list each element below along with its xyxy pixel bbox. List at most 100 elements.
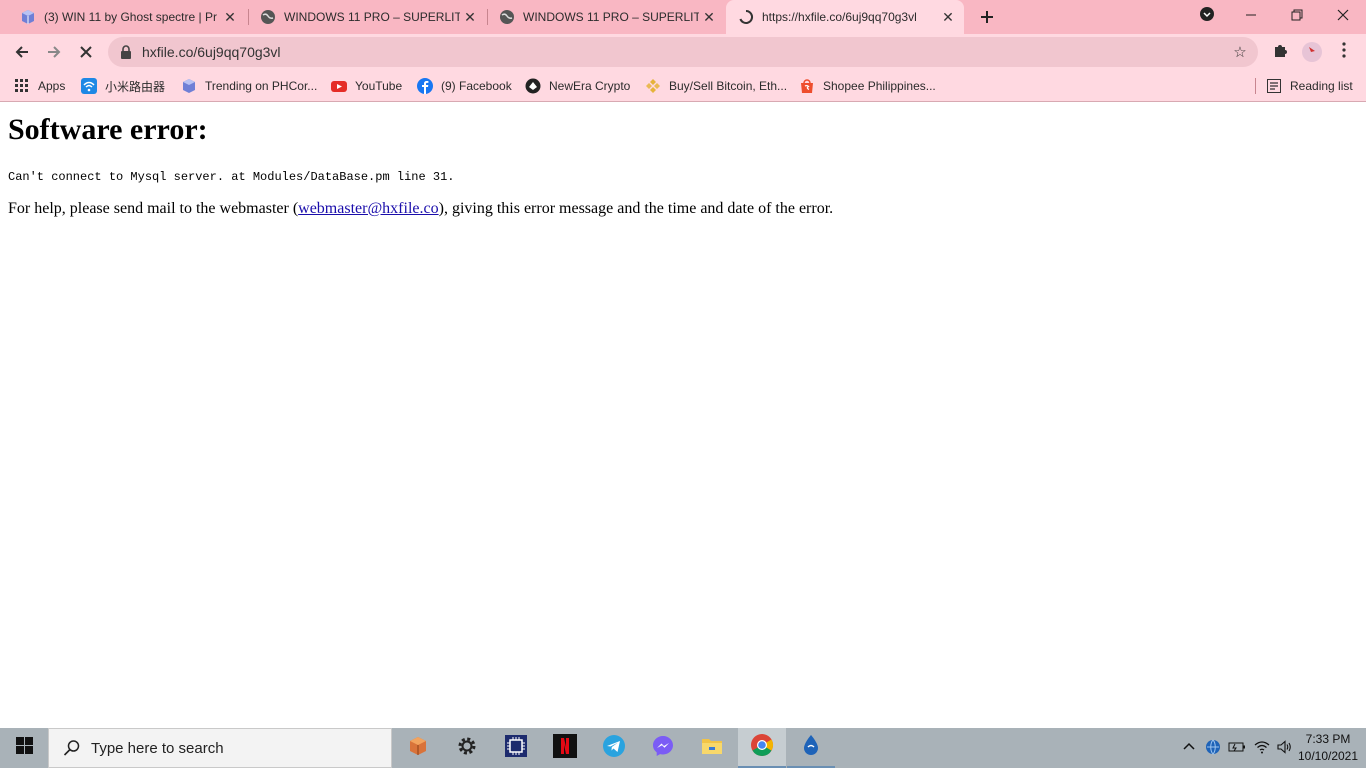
battery-icon: [1228, 740, 1246, 757]
bookmark-apps[interactable]: Apps: [14, 76, 65, 96]
start-button[interactable]: [0, 728, 48, 768]
bookmark-phcorner[interactable]: Trending on PHCor...: [181, 76, 317, 96]
bookmark-star-icon[interactable]: ☆: [1230, 42, 1250, 62]
bookmark-facebook[interactable]: (9) Facebook: [417, 76, 512, 96]
bookmark-shopee[interactable]: Shopee Philippines...: [799, 76, 936, 96]
stop-loading-button[interactable]: [72, 38, 100, 66]
tab-1[interactable]: (3) WIN 11 by Ghost spectre | Pr ✕: [8, 0, 246, 34]
globe-icon: [260, 9, 276, 25]
show-hidden-icons-button[interactable]: [1179, 738, 1199, 758]
tab-strip: (3) WIN 11 by Ghost spectre | Pr ✕ WINDO…: [0, 0, 1366, 34]
windows-logo-icon: [15, 737, 33, 759]
taskbar-app-package[interactable]: [394, 728, 442, 768]
tray-app-icon[interactable]: [1203, 738, 1223, 758]
wifi-icon: [1254, 740, 1270, 757]
tab-title: WINDOWS 11 PRO – SUPERLITE: [284, 10, 460, 24]
cube-icon: [20, 9, 36, 25]
crypto-icon: [525, 78, 541, 94]
reading-list-label: Reading list: [1290, 79, 1353, 93]
bookmark-newera[interactable]: NewEra Crypto: [525, 76, 630, 96]
chevron-up-icon: [1183, 741, 1195, 756]
tab-active[interactable]: https://hxfile.co/6uj9qq70g3vl ✕: [726, 0, 964, 34]
settings-gear-icon: [456, 735, 478, 762]
profile-avatar[interactable]: [1298, 38, 1326, 66]
extensions-button[interactable]: [1266, 38, 1294, 66]
cpu-icon: [504, 734, 528, 763]
minimize-button[interactable]: [1228, 0, 1274, 30]
error-message: Can't connect to Mysql server. at Module…: [8, 170, 455, 184]
loading-spinner-icon: [738, 9, 754, 25]
facebook-icon: [417, 78, 433, 94]
taskbar-app-netflix[interactable]: [541, 728, 589, 768]
close-icon[interactable]: ✕: [220, 7, 240, 27]
url-text: hxfile.co/6uj9qq70g3vl: [142, 44, 281, 60]
taskbar-app-drop[interactable]: [787, 728, 835, 768]
tab-search-button[interactable]: [1184, 0, 1230, 30]
speaker-icon: [1277, 739, 1293, 757]
telegram-icon: [602, 734, 626, 763]
bookmark-label: (9) Facebook: [441, 79, 512, 93]
taskbar-clock[interactable]: 7:33 PM 10/10/2021: [1296, 731, 1360, 765]
messenger-icon: [651, 734, 675, 763]
reading-list-button[interactable]: Reading list: [1266, 76, 1353, 96]
globe-tray-icon: [1205, 739, 1221, 758]
puzzle-icon: [1272, 42, 1288, 63]
close-window-button[interactable]: [1320, 0, 1366, 30]
tab-3[interactable]: WINDOWS 11 PRO – SUPERLITE ✕: [487, 0, 725, 34]
battery-button[interactable]: [1227, 738, 1247, 758]
volume-button[interactable]: [1275, 738, 1295, 758]
bookmark-router[interactable]: 小米路由器: [81, 76, 165, 96]
new-tab-button[interactable]: [974, 5, 1000, 29]
close-icon[interactable]: ✕: [699, 7, 719, 27]
bookmark-label: Apps: [38, 79, 66, 93]
search-placeholder: Type here to search: [91, 739, 224, 757]
tab-2[interactable]: WINDOWS 11 PRO – SUPERLITE ✕: [248, 0, 486, 34]
reading-list-icon: [1266, 78, 1282, 94]
tab-title: https://hxfile.co/6uj9qq70g3vl: [762, 10, 917, 24]
bookmark-label: YouTube: [355, 79, 403, 93]
file-explorer-icon: [700, 734, 724, 763]
taskbar-search-box[interactable]: Type here to search: [48, 728, 392, 768]
chrome-icon: [750, 733, 774, 762]
page-title: Software error:: [8, 113, 208, 146]
chevron-down-icon: [1199, 6, 1215, 25]
webmaster-email-link[interactable]: webmaster@hxfile.co: [298, 200, 438, 217]
taskbar-app-cpu[interactable]: [492, 728, 540, 768]
bookmark-label: 小米路由器: [105, 79, 166, 94]
bookmark-label: Buy/Sell Bitcoin, Eth...: [669, 79, 788, 93]
globe-icon: [499, 9, 515, 25]
wifi-icon: [81, 78, 97, 94]
menu-button[interactable]: [1330, 38, 1358, 66]
taskbar-app-file-explorer[interactable]: [688, 728, 736, 768]
close-icon[interactable]: ✕: [460, 7, 480, 27]
forward-button[interactable]: [40, 38, 68, 66]
tab-title: WINDOWS 11 PRO – SUPERLITE: [523, 10, 699, 24]
bookmark-label: Shopee Philippines...: [823, 79, 936, 93]
bookmark-youtube[interactable]: YouTube: [331, 76, 402, 96]
cube-icon: [181, 78, 197, 94]
network-button[interactable]: [1252, 738, 1272, 758]
taskbar-app-messenger[interactable]: [639, 728, 687, 768]
youtube-icon: [331, 78, 347, 94]
taskbar-app-telegram[interactable]: [590, 728, 638, 768]
taskbar: Type here to search 7:33 PM 10/10/2021: [0, 728, 1366, 768]
bookmarks-divider: [1255, 78, 1256, 94]
taskbar-app-settings[interactable]: [443, 728, 491, 768]
back-button[interactable]: [8, 38, 36, 66]
clock-time: 7:33 PM: [1305, 732, 1351, 746]
binance-icon: [645, 78, 661, 94]
lock-icon: [118, 44, 134, 60]
bookmark-label: NewEra Crypto: [549, 79, 631, 93]
restore-button[interactable]: [1274, 0, 1320, 30]
apps-grid-icon: [14, 78, 30, 94]
address-bar[interactable]: hxfile.co/6uj9qq70g3vl ☆: [108, 37, 1258, 67]
netflix-icon: [553, 733, 577, 763]
help-prefix: For help, please send mail to the webmas…: [8, 200, 299, 217]
bookmark-binance[interactable]: Buy/Sell Bitcoin, Eth...: [645, 76, 787, 96]
shopee-icon: [799, 78, 815, 94]
close-icon[interactable]: ✕: [938, 7, 958, 27]
browser-toolbar: hxfile.co/6uj9qq70g3vl ☆: [0, 34, 1366, 70]
package-icon: [407, 735, 429, 762]
taskbar-app-chrome[interactable]: [738, 728, 786, 768]
clock-date: 10/10/2021: [1297, 749, 1359, 763]
